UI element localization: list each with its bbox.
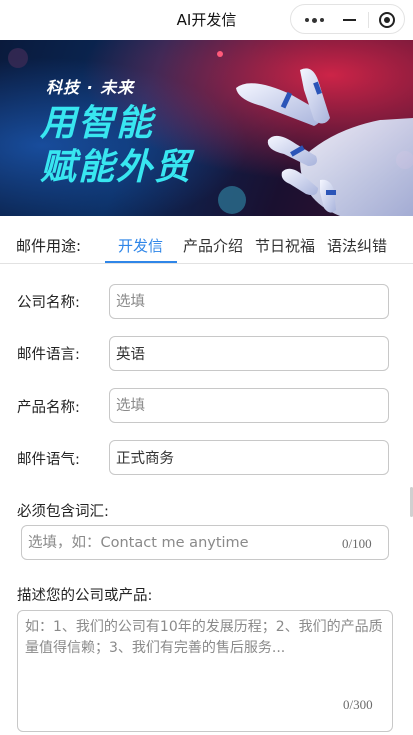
product-name-input[interactable] [110, 389, 388, 422]
title-bar: AI开发信 [0, 0, 413, 38]
email-tone-input[interactable] [110, 441, 388, 474]
company-name-label: 公司名称: [17, 295, 80, 311]
email-tone-label: 邮件语气: [17, 452, 80, 468]
close-button[interactable] [369, 5, 405, 35]
minimize-button[interactable] [332, 5, 366, 35]
tab-product-intro[interactable]: 产品介绍 [183, 235, 243, 256]
description-label: 描述您的公司或产品: [17, 588, 153, 604]
target-circle-icon [379, 12, 395, 28]
keywords-label: 必须包含词汇: [17, 504, 109, 520]
purpose-tabs: 邮件用途: 开发信 产品介绍 节日祝福 语法纠错 [0, 216, 413, 264]
keywords-counter: 0/100 [342, 536, 372, 551]
more-dots-icon [304, 17, 324, 23]
description-field: 0/300 [17, 610, 393, 732]
email-language-input[interactable] [110, 337, 388, 370]
active-tab-indicator [105, 261, 177, 263]
email-tone-field [109, 440, 389, 475]
description-textarea[interactable] [18, 611, 392, 701]
banner-tagline: 科技 · 未来 [46, 78, 135, 97]
banner-headline-line2: 赋能外贸 [40, 147, 193, 188]
description-counter: 0/300 [343, 697, 373, 712]
hero-banner: 科技 · 未来 用智能 赋能外贸 [0, 40, 413, 216]
email-language-label: 邮件语言: [17, 347, 80, 363]
minus-icon [342, 19, 356, 21]
product-name-label: 产品名称: [17, 400, 80, 416]
email-language-field [109, 336, 389, 371]
purpose-label: 邮件用途: [16, 237, 82, 255]
company-name-input[interactable] [110, 285, 388, 318]
keywords-input[interactable] [22, 526, 322, 559]
tab-grammar-check[interactable]: 语法纠错 [327, 235, 387, 256]
more-button[interactable] [297, 5, 331, 35]
tab-development-letter[interactable]: 开发信 [118, 235, 163, 256]
keywords-field: 0/100 [21, 525, 389, 560]
product-name-field [109, 388, 389, 423]
mini-program-capsule [290, 4, 405, 34]
tab-holiday-greetings[interactable]: 节日祝福 [255, 235, 315, 256]
company-name-field [109, 284, 389, 319]
banner-headline-line1: 用智能 [40, 103, 155, 144]
